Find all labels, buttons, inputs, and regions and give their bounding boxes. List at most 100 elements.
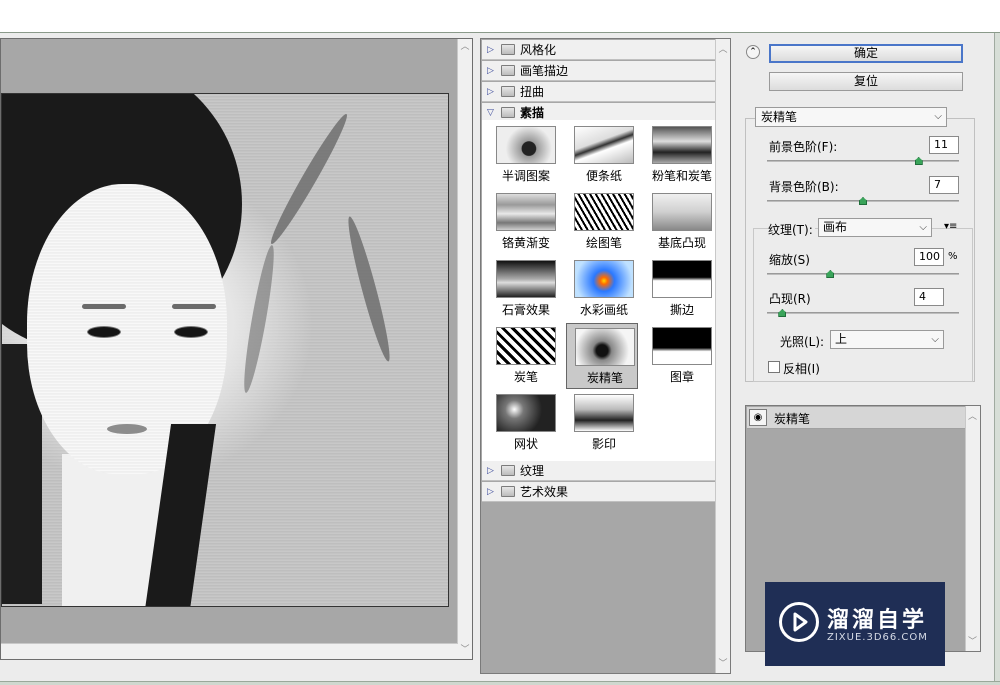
filter-preview-image xyxy=(575,328,635,366)
triangle-right-icon[interactable]: ▷ xyxy=(487,45,497,55)
chevron-up-icon[interactable]: ︿ xyxy=(968,409,977,422)
effect-layer-row[interactable]: ◉ 炭精笔 xyxy=(747,407,965,429)
filter-thumbnail-label: 网状 xyxy=(513,437,538,451)
filter-preview-image xyxy=(574,394,634,432)
texture-select-value: 画布 xyxy=(823,220,848,234)
filter-preview-image xyxy=(652,260,712,298)
foreground-level-label: 前景色阶(F): xyxy=(769,140,838,154)
filter-thumbnail[interactable]: 铬黄渐变 xyxy=(488,189,560,255)
filter-select[interactable]: 炭精笔 ⌵ xyxy=(755,107,947,127)
light-select[interactable]: 上 ⌵ xyxy=(830,330,944,349)
background-level-input[interactable]: 7 xyxy=(929,176,959,194)
filter-category-1[interactable]: ▷ 艺术效果 xyxy=(482,482,716,502)
filter-category-label: 画笔描边 xyxy=(520,64,569,78)
triangle-right-icon[interactable]: ▷ xyxy=(487,466,497,476)
chevron-up-icon[interactable]: ︿ xyxy=(718,42,728,55)
scale-slider[interactable] xyxy=(767,273,959,275)
foreground-level-input[interactable]: 11 xyxy=(929,136,959,154)
light-label: 光照(L): xyxy=(780,335,825,349)
folder-icon xyxy=(501,107,515,118)
filter-thumbnail-label: 粉笔和炭笔 xyxy=(651,169,712,183)
filter-gallery[interactable]: ▷ 风格化 ▷ 画笔描边 ▷ 扭曲 ▽ 素描 半调图案 便条纸 粉笔和炭笔 铬黄渐变 绘图笔 基底凸现石… xyxy=(480,38,731,674)
filter-thumbnail-label: 炭笔 xyxy=(513,370,538,384)
filter-thumbnail-label: 便条纸 xyxy=(585,169,622,183)
menu-icon[interactable]: ▾≡ xyxy=(944,221,957,232)
filter-thumbnail-label: 水彩画纸 xyxy=(579,303,628,317)
folder-icon xyxy=(501,44,515,55)
ok-button[interactable]: 确定 xyxy=(769,44,963,63)
scale-label: 缩放(S) xyxy=(769,253,810,267)
relief-input[interactable]: 4 xyxy=(914,288,944,306)
filter-thumbnail-label: 图章 xyxy=(669,370,694,384)
eye-icon[interactable]: ◉ xyxy=(749,409,767,426)
play-logo-icon xyxy=(779,602,819,642)
chevron-down-icon[interactable]: ﹀ xyxy=(718,656,728,669)
filter-thumbnail[interactable]: 半调图案 xyxy=(488,122,560,188)
filter-thumbnail-label: 半调图案 xyxy=(501,169,550,183)
filter-thumbnail-grid: 半调图案 便条纸 粉笔和炭笔铬黄渐变 绘图笔 基底凸现石膏效果 水彩画纸 撕边炭笔 炭精笔 图章… xyxy=(482,120,716,463)
preview-horizontal-scrollbar[interactable] xyxy=(1,643,458,659)
filter-thumbnail[interactable]: 水彩画纸 xyxy=(566,256,638,322)
relief-label: 凸现(R) xyxy=(769,292,811,306)
filter-preview-image xyxy=(496,126,556,164)
chevron-down-icon[interactable]: ﹀ xyxy=(968,634,977,647)
triangle-right-icon[interactable]: ▷ xyxy=(487,87,497,97)
filter-thumbnail-label: 石膏效果 xyxy=(501,303,550,317)
filter-thumbnail[interactable]: 基底凸现 xyxy=(644,189,716,255)
filter-category-1[interactable]: ▷ 画笔描边 xyxy=(482,61,716,81)
folder-icon xyxy=(501,465,515,476)
filter-thumbnail-label: 绘图笔 xyxy=(585,236,622,250)
watermark-url: ZIXUE.3D66.COM xyxy=(827,632,928,643)
triangle-down-icon[interactable]: ▽ xyxy=(487,108,497,118)
chevron-down-icon[interactable]: ﹀ xyxy=(460,645,470,655)
filter-thumbnail[interactable]: 便条纸 xyxy=(566,122,638,188)
window-title-bar xyxy=(0,0,1000,33)
image-eyebrow xyxy=(172,304,216,309)
effect-layer-label: 炭精笔 xyxy=(774,412,811,426)
filter-thumbnail[interactable]: 撕边 xyxy=(644,256,716,322)
chevron-up-icon[interactable]: ︿ xyxy=(460,42,470,52)
gallery-scrollbar[interactable]: ︿ ﹀ xyxy=(715,39,730,673)
filter-preview-image xyxy=(496,260,556,298)
watermark-title: 溜溜自学 xyxy=(827,608,928,633)
reset-button[interactable]: 复位 xyxy=(769,72,963,91)
scale-input[interactable]: 100 xyxy=(914,248,944,266)
collapse-icon[interactable]: ⌃ xyxy=(746,45,760,59)
filter-thumbnail[interactable]: 绘图笔 xyxy=(566,189,638,255)
invert-checkbox[interactable] xyxy=(768,361,780,373)
filter-thumbnail[interactable]: 粉笔和炭笔 xyxy=(644,122,716,188)
preview-panel[interactable]: ︿ ﹀ xyxy=(0,38,473,660)
filter-category-0[interactable]: ▷ 风格化 xyxy=(482,40,716,60)
scale-unit: % xyxy=(948,251,958,262)
triangle-right-icon[interactable]: ▷ xyxy=(487,66,497,76)
light-select-value: 上 xyxy=(835,332,848,346)
image-eye xyxy=(87,326,121,338)
filter-category-0[interactable]: ▷ 纹理 xyxy=(482,461,716,481)
layers-scrollbar[interactable]: ︿ ﹀ xyxy=(965,406,980,651)
filter-preview-image xyxy=(652,193,712,231)
invert-label: 反相(I) xyxy=(783,362,820,376)
triangle-right-icon[interactable]: ▷ xyxy=(487,487,497,497)
preview-vertical-scrollbar[interactable]: ︿ ﹀ xyxy=(457,39,472,659)
filter-thumbnail[interactable]: 影印 xyxy=(566,390,638,456)
filter-thumbnail[interactable]: 炭笔 xyxy=(488,323,560,389)
filter-thumbnail[interactable]: 炭精笔 xyxy=(566,323,638,389)
filter-thumbnail-label: 炭精笔 xyxy=(586,371,623,385)
filter-preview-image xyxy=(574,193,634,231)
filter-thumbnail-label: 撕边 xyxy=(669,303,694,317)
filter-category-label: 风格化 xyxy=(520,43,557,57)
window-right-border xyxy=(994,33,1000,685)
filter-thumbnail[interactable]: 网状 xyxy=(488,390,560,456)
filter-select-value: 炭精笔 xyxy=(761,110,798,124)
texture-select[interactable]: 画布 ⌵ xyxy=(818,218,932,237)
filter-thumbnail-label: 影印 xyxy=(591,437,616,451)
filter-thumbnail[interactable]: 图章 xyxy=(644,323,716,389)
filter-thumbnail[interactable]: 石膏效果 xyxy=(488,256,560,322)
filter-category-2[interactable]: ▷ 扭曲 xyxy=(482,82,716,102)
relief-slider[interactable] xyxy=(767,312,959,314)
preview-image[interactable] xyxy=(1,93,449,607)
foreground-level-slider[interactable] xyxy=(767,160,959,162)
image-eyebrow xyxy=(82,304,126,309)
filter-preview-image xyxy=(574,260,634,298)
filter-thumbnail-label: 铬黄渐变 xyxy=(501,236,550,250)
